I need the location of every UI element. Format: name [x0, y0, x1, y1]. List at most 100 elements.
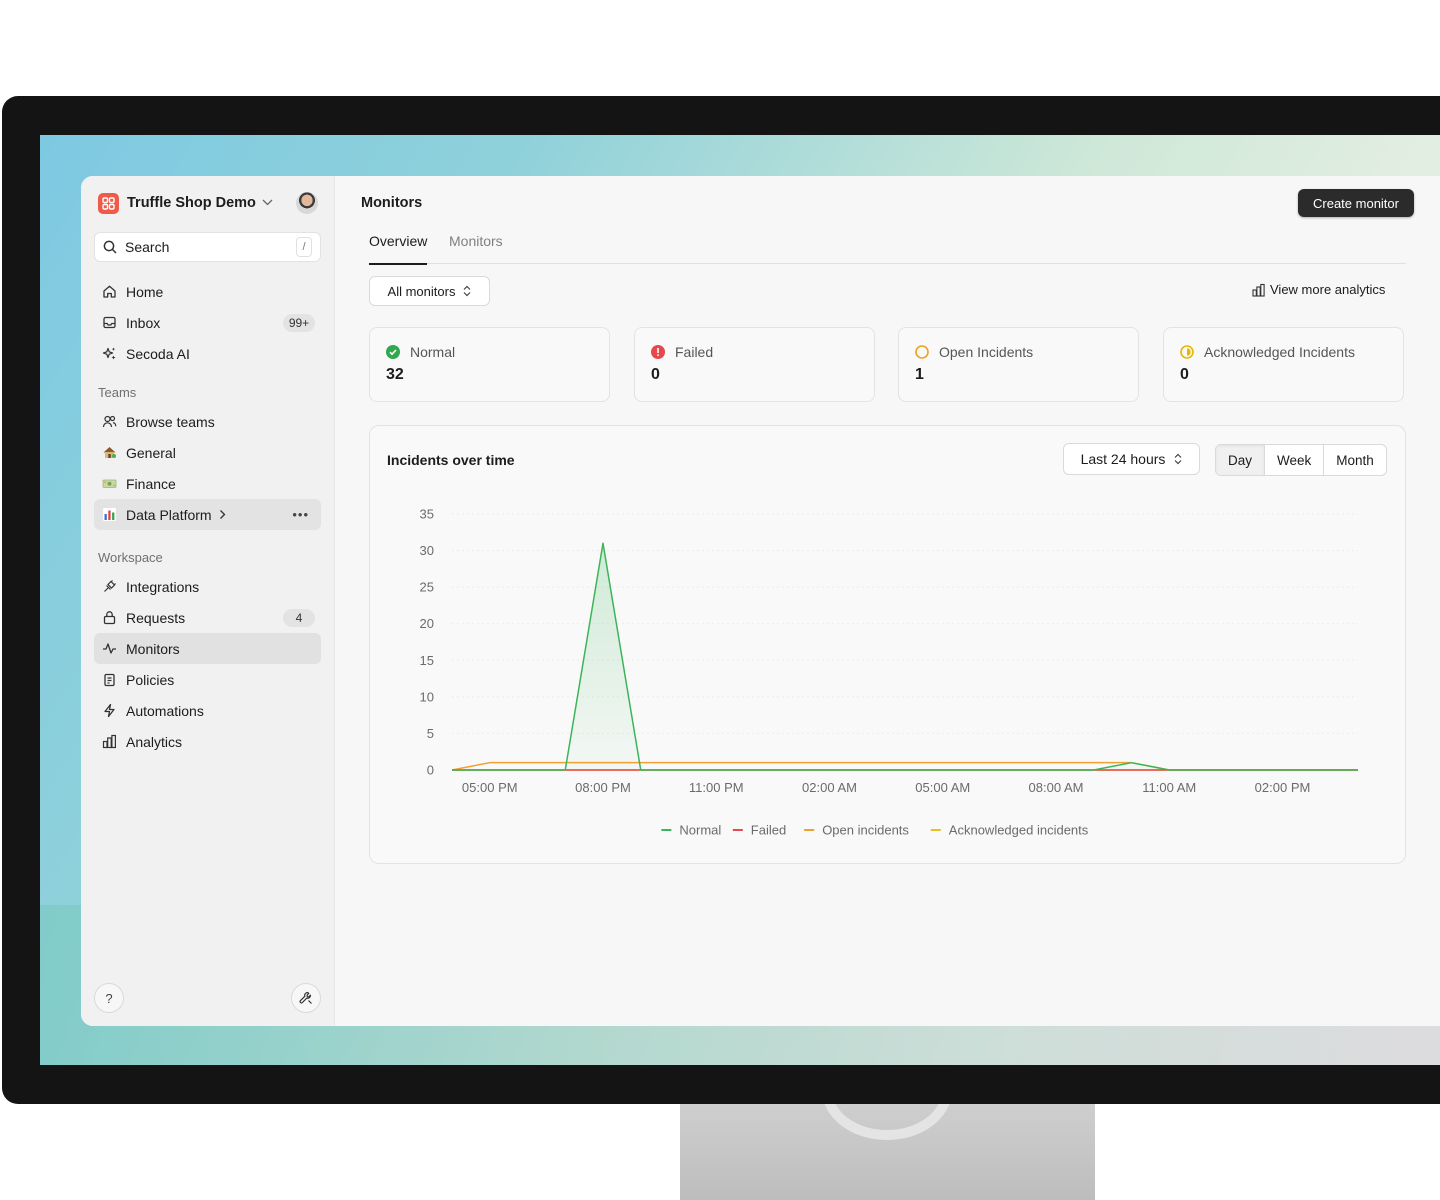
- nav-requests-label: Requests: [126, 609, 186, 626]
- nav-monitors[interactable]: Monitors: [94, 633, 321, 664]
- stat-failed-label: Failed: [675, 344, 714, 360]
- y-tick-label: 35: [420, 507, 434, 522]
- x-tick-label: 11:00 PM: [689, 780, 744, 795]
- nav-integrations-label: Integrations: [126, 578, 200, 595]
- money-emoji-icon: [100, 476, 118, 491]
- stat-open-incidents-value: 1: [915, 366, 924, 383]
- wrench-icon: [299, 991, 312, 1004]
- time-range-label: Last 24 hours: [1080, 451, 1166, 467]
- nav-automations[interactable]: Automations: [94, 695, 321, 726]
- chevron-right-icon: [219, 507, 226, 523]
- monitor-filter-select[interactable]: All monitors: [369, 276, 490, 306]
- nav-inbox[interactable]: Inbox 99+: [94, 307, 321, 338]
- create-monitor-button[interactable]: Create monitor: [1298, 189, 1414, 217]
- nav-team-finance[interactable]: Finance: [94, 468, 321, 499]
- time-range-select[interactable]: Last 24 hours: [1063, 443, 1200, 475]
- y-tick-label: 25: [420, 580, 434, 595]
- nav-inbox-label: Inbox: [126, 314, 161, 331]
- y-tick-label: 30: [420, 543, 434, 558]
- nav-home-label: Home: [126, 283, 164, 300]
- nav-policies[interactable]: Policies: [94, 664, 321, 695]
- nav-secoda-ai[interactable]: Secoda AI: [94, 338, 321, 369]
- tab-monitors[interactable]: Monitors: [449, 233, 503, 263]
- x-tick-label: 08:00 PM: [575, 780, 631, 795]
- stat-acknowledged-label: Acknowledged Incidents: [1204, 344, 1355, 360]
- inbox-count-badge: 99+: [283, 313, 315, 332]
- app-window: Truffle Shop Demo Search / Home Inbox 99…: [81, 176, 1440, 1026]
- nav-monitors-label: Monitors: [126, 640, 180, 657]
- alert-circle-icon: [651, 345, 665, 359]
- legend-label: Failed: [751, 823, 786, 838]
- stat-open-incidents-label: Open Incidents: [939, 344, 1034, 360]
- x-tick-label: 02:00 PM: [1255, 780, 1311, 795]
- stat-acknowledged-value: 0: [1180, 366, 1189, 383]
- chevron-updown-icon: [463, 285, 471, 298]
- legend-label: Acknowledged incidents: [949, 823, 1089, 838]
- normal-area: [452, 543, 1358, 770]
- chevron-down-icon: [262, 197, 273, 209]
- nav-secoda-ai-label: Secoda AI: [126, 345, 190, 362]
- main-content: Monitors Create monitor Overview Monitor…: [335, 176, 1440, 1026]
- nav-policies-label: Policies: [126, 671, 175, 688]
- tab-overview[interactable]: Overview: [369, 233, 428, 265]
- monitor-filter-label: All monitors: [387, 283, 456, 299]
- workspace-logo-icon: [98, 192, 119, 214]
- y-tick-label: 10: [420, 689, 434, 704]
- nav-home[interactable]: Home: [94, 276, 321, 307]
- nav-team-general-label: General: [126, 444, 176, 461]
- nav-requests[interactable]: Requests 4: [94, 602, 321, 633]
- legend-label: Normal: [679, 823, 721, 838]
- period-day-button[interactable]: Day: [1216, 445, 1265, 475]
- stat-failed-value: 0: [651, 366, 660, 383]
- view-more-analytics-label: View more analytics: [1270, 282, 1386, 297]
- analytics-icon: [100, 734, 118, 749]
- y-tick-label: 5: [427, 726, 434, 741]
- sidebar: Truffle Shop Demo Search / Home Inbox 99…: [81, 176, 335, 1026]
- home-icon: [100, 284, 118, 299]
- stat-card-open-incidents[interactable]: Open Incidents 1: [898, 327, 1139, 402]
- view-more-analytics-link[interactable]: View more analytics: [1252, 282, 1385, 297]
- user-avatar[interactable]: [296, 192, 318, 214]
- help-button[interactable]: ?: [94, 983, 124, 1013]
- x-tick-label: 08:00 AM: [1029, 780, 1084, 795]
- lock-icon: [100, 610, 118, 625]
- nav-analytics[interactable]: Analytics: [94, 726, 321, 757]
- stat-card-failed[interactable]: Failed 0: [634, 327, 875, 402]
- period-week-button[interactable]: Week: [1264, 445, 1323, 475]
- bolt-icon: [100, 703, 118, 718]
- check-circle-icon: [386, 345, 400, 359]
- stat-normal-label: Normal: [410, 344, 456, 360]
- nav-integrations[interactable]: Integrations: [94, 571, 321, 602]
- plug-icon: [100, 579, 118, 594]
- more-options-icon[interactable]: •••: [292, 507, 309, 522]
- stat-card-normal[interactable]: Normal 32: [369, 327, 610, 402]
- x-tick-label: 11:00 AM: [1142, 780, 1196, 795]
- search-input[interactable]: Search /: [94, 232, 321, 262]
- nav-analytics-label: Analytics: [126, 733, 183, 750]
- clipboard-icon: [100, 672, 118, 687]
- search-shortcut: /: [296, 237, 312, 257]
- chart-title: Incidents over time: [387, 452, 515, 468]
- nav-browse-teams-label: Browse teams: [126, 413, 215, 430]
- y-tick-label: 20: [420, 616, 434, 631]
- stat-card-acknowledged-incidents[interactable]: Acknowledged Incidents 0: [1163, 327, 1404, 402]
- nav-browse-teams[interactable]: Browse teams: [94, 406, 321, 437]
- chevron-updown-icon: [1174, 453, 1182, 466]
- nav-team-general[interactable]: General: [94, 437, 321, 468]
- nav-team-finance-label: Finance: [126, 475, 176, 492]
- nav-team-data-platform[interactable]: Data Platform •••: [94, 499, 321, 530]
- pulse-icon: [100, 641, 118, 656]
- period-toggle: Day Week Month: [1215, 444, 1387, 476]
- incidents-chart-card: Incidents over time Last 24 hours Day We…: [369, 425, 1406, 864]
- nav-automations-label: Automations: [126, 702, 204, 719]
- y-tick-label: 0: [427, 763, 434, 778]
- settings-wrench-button[interactable]: [291, 983, 321, 1013]
- sparkle-icon: [100, 346, 118, 361]
- stat-normal-value: 32: [386, 366, 404, 383]
- search-icon: [103, 240, 117, 254]
- page-title: Monitors: [361, 195, 423, 211]
- workspace-switcher[interactable]: Truffle Shop Demo: [94, 176, 321, 230]
- open-circle-icon: [915, 345, 929, 359]
- period-month-button[interactable]: Month: [1323, 445, 1386, 475]
- workspace-name: Truffle Shop Demo: [127, 195, 256, 211]
